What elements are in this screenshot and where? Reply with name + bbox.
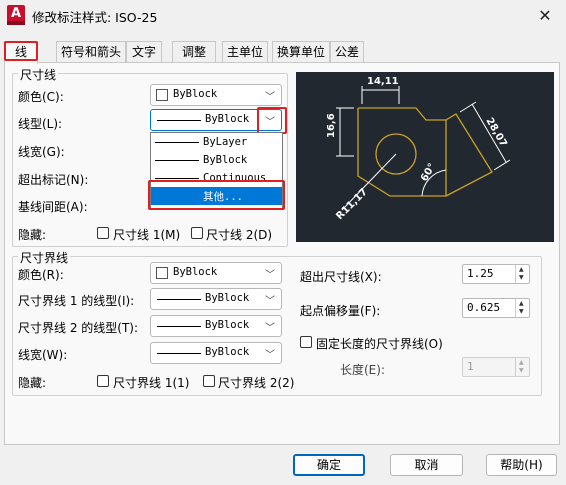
dropdown-arrow-highlight-box xyxy=(257,107,287,134)
dropdown-item-bylayer[interactable]: ByLayer xyxy=(151,134,282,152)
ext-lineweight-select[interactable]: ByBlock ﹀ xyxy=(150,342,282,364)
suppress-dim1-label: 尺寸线 1(M) xyxy=(113,228,181,242)
chevron-down-icon: ﹀ xyxy=(265,92,275,103)
spin-down-icon[interactable]: ▼ xyxy=(519,308,524,315)
line-preview xyxy=(157,120,201,121)
tab-tolerances[interactable]: 公差 xyxy=(330,41,364,62)
color-swatch xyxy=(156,89,168,101)
ext-lines-group-title: 尺寸界线 xyxy=(18,249,71,266)
tab-symbols-arrows[interactable]: 符号和箭头 xyxy=(56,41,126,62)
other-item-highlight-box xyxy=(148,180,285,210)
extend-beyond-spinner[interactable]: 1.25 ▲ ▼ xyxy=(462,264,530,284)
suppress-ext1-checkbox[interactable] xyxy=(97,375,109,387)
spin-down-icon[interactable]: ▼ xyxy=(519,274,524,281)
ext2-linetype-select[interactable]: ByBlock ﹀ xyxy=(150,315,282,337)
spin-down-icon[interactable]: ▼ xyxy=(519,367,524,374)
dim-extend-label: 超出标记(N): xyxy=(18,173,89,187)
ext1-linetype-label: 尺寸界线 1 的线型(I): xyxy=(18,294,135,308)
preview-dim-angle: 60° xyxy=(419,162,438,184)
dropdown-item-byblock[interactable]: ByBlock xyxy=(151,152,282,170)
tab-fit[interactable]: 调整 xyxy=(172,41,216,62)
ext2-linetype-label: 尺寸界线 2 的线型(T): xyxy=(18,321,139,335)
preview-dim-radius: R11,17 xyxy=(334,187,370,223)
suppress-dim1-checkbox[interactable] xyxy=(97,227,109,239)
preview-drawing: 14,11 16,6 28,07 60° R11,17 xyxy=(326,76,511,223)
preview-dim-top: 14,11 xyxy=(367,76,399,87)
tab-primary-units[interactable]: 主单位 xyxy=(222,41,268,62)
suppress-dim2-checkbox[interactable] xyxy=(191,227,203,239)
chevron-down-icon: ﹀ xyxy=(265,296,275,307)
ok-button[interactable]: 确定 xyxy=(293,454,365,476)
ext-color-select[interactable]: ByBlock ﹀ xyxy=(150,262,282,284)
extend-beyond-label: 超出尺寸线(X): xyxy=(300,270,382,284)
tab-alternate-units[interactable]: 换算单位 xyxy=(272,41,330,62)
length-spinner[interactable]: 1 ▲ ▼ xyxy=(462,357,530,377)
dimension-preview: 14,11 16,6 28,07 60° R11,17 xyxy=(296,72,554,242)
suppress-ext2-checkbox[interactable] xyxy=(203,375,215,387)
spin-up-icon[interactable]: ▲ xyxy=(519,359,524,366)
suppress-ext1-label: 尺寸界线 1(1) xyxy=(113,376,190,390)
dim-linetype-label: 线型(L): xyxy=(18,117,63,131)
length-label: 长度(E): xyxy=(340,363,385,377)
help-button[interactable]: 帮助(H) xyxy=(486,454,557,476)
preview-dim-right: 28,07 xyxy=(483,116,508,149)
dim-lines-group-title: 尺寸线 xyxy=(18,66,59,83)
close-button[interactable]: ✕ xyxy=(530,3,560,29)
tab-highlight-box xyxy=(4,41,38,61)
tab-text[interactable]: 文字 xyxy=(126,41,162,62)
dim-lineweight-label: 线宽(G): xyxy=(18,145,65,159)
suppress-dim2-label: 尺寸线 2(D) xyxy=(206,228,273,242)
cancel-button[interactable]: 取消 xyxy=(390,454,463,476)
autocad-logo-icon: A xyxy=(7,5,25,25)
ext1-linetype-select[interactable]: ByBlock ﹀ xyxy=(150,288,282,310)
color-swatch xyxy=(156,267,168,279)
chevron-down-icon: ﹀ xyxy=(265,270,275,281)
fixed-length-label: 固定长度的尺寸界线(O) xyxy=(316,337,443,351)
spin-up-icon[interactable]: ▲ xyxy=(519,266,524,273)
offset-label: 起点偏移量(F): xyxy=(300,304,381,318)
dim-suppress-label: 隐藏: xyxy=(18,228,47,242)
spin-up-icon[interactable]: ▲ xyxy=(519,300,524,307)
ext-suppress-label: 隐藏: xyxy=(18,376,47,390)
window-title: 修改标注样式: ISO-25 xyxy=(32,10,158,25)
dim-baseline-label: 基线间距(A): xyxy=(18,200,88,214)
chevron-down-icon: ﹀ xyxy=(265,323,275,334)
suppress-ext2-label: 尺寸界线 2(2) xyxy=(218,376,295,390)
offset-spinner[interactable]: 0.625 ▲ ▼ xyxy=(462,298,530,318)
fixed-length-checkbox[interactable] xyxy=(300,336,312,348)
ext-lineweight-label: 线宽(W): xyxy=(18,348,68,362)
dim-color-label: 颜色(C): xyxy=(18,90,64,104)
preview-dim-left: 16,6 xyxy=(326,113,337,138)
ext-color-label: 颜色(R): xyxy=(18,268,64,282)
tab-strip: 线 符号和箭头 文字 调整 主单位 换算单位 公差 xyxy=(4,41,560,64)
dim-color-select[interactable]: ByBlock ﹀ xyxy=(150,84,282,106)
chevron-down-icon: ﹀ xyxy=(265,350,275,361)
